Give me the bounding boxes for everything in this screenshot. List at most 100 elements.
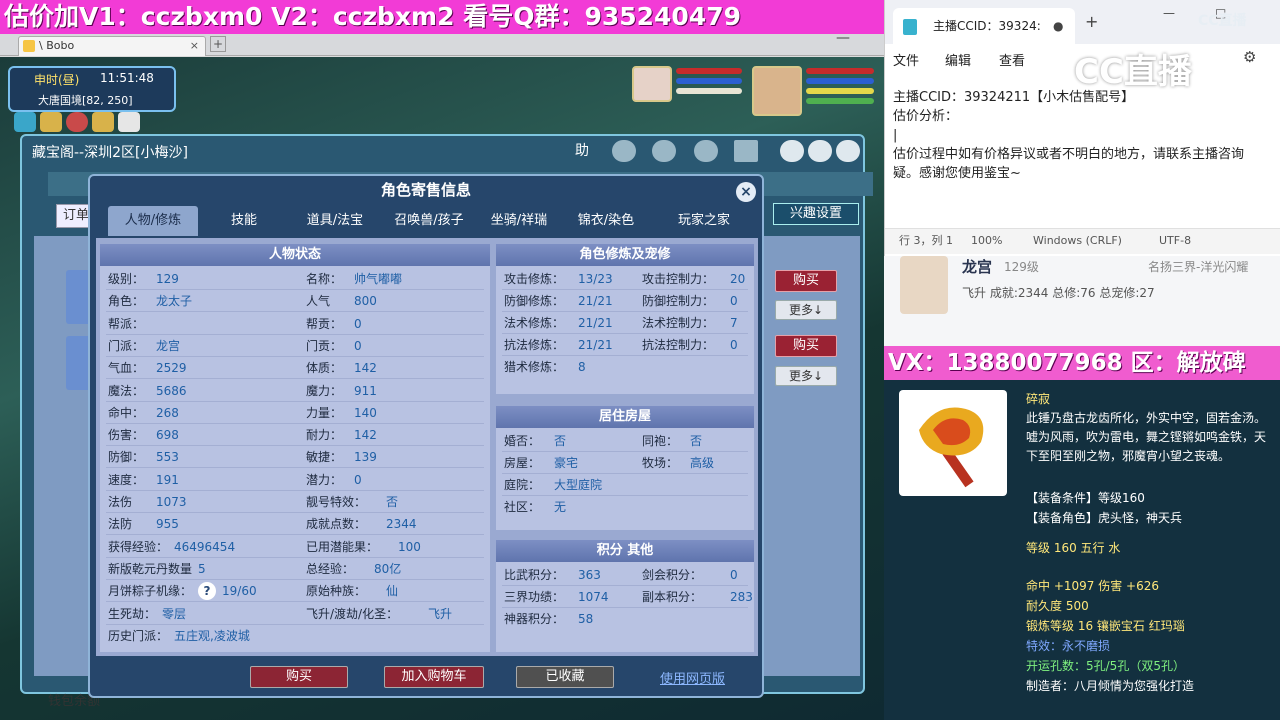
text-line: 疑。感谢您使用鉴宝~ [893, 166, 1021, 181]
status-value: 2344 [386, 517, 417, 532]
text-line: 估价分析： [893, 109, 959, 124]
bobo-tab[interactable]: \ Bobo × [18, 36, 206, 56]
promo-banner-text: 估价加V1：cczbxm0 V2：cczbxm2 看号Q群：935240479 [4, 2, 742, 31]
status-value: 零层 [162, 606, 187, 621]
tab-pets[interactable]: 召唤兽/孩子 [384, 206, 474, 236]
status-label: 魔力： [306, 383, 343, 398]
menu-file[interactable]: 文件 [893, 50, 919, 69]
info-value: 21/21 [578, 338, 613, 352]
info-label: 社区： [504, 500, 541, 514]
item-description-block: 碎寂 此锤乃盘古龙齿所化，外实中空，固若金汤。嘘为风雨，吹为雷电，舞之铿锵如鸣金… [1026, 390, 1272, 466]
notepad-tab[interactable]: 主播CCID：39324: ● [893, 8, 1075, 44]
interest-settings-button[interactable]: 兴趣设置 [773, 203, 859, 225]
status-label: 成就点数： [306, 517, 367, 532]
web-version-link[interactable]: 使用网页版 [660, 668, 725, 687]
player-sp-bar [806, 88, 874, 94]
tab-mounts[interactable]: 坐骑/祥瑞 [478, 206, 560, 236]
tab-items[interactable]: 道具/法宝 [290, 206, 380, 236]
player-avatar-icon[interactable] [752, 66, 802, 116]
notepad-tab-title: 主播CCID：39324: [933, 19, 1041, 33]
info-value: 否 [690, 434, 703, 448]
book-icon[interactable] [92, 112, 114, 132]
status-panel: 人物状态 级别： 129 角色： 龙太子 帮派： 门派： 龙宫 气血： 2529 魔法： 5686 命… [100, 244, 490, 652]
tab-skills[interactable]: 技能 [204, 206, 284, 236]
info-value: 58 [578, 612, 594, 626]
minimize-window-icon[interactable] [780, 140, 804, 162]
map-icon[interactable] [14, 112, 36, 132]
status-label: 门贡： [306, 338, 343, 353]
status-value: 五庄观,凌波城 [174, 628, 250, 643]
status-label: 名称： [306, 272, 343, 286]
character-avatar [900, 256, 948, 314]
text-line: 估价过程中如有价格异议或者不明白的地方，请联系主播咨询 [893, 147, 1245, 162]
status-value: 698 [156, 428, 179, 443]
stop-icon[interactable] [652, 140, 676, 162]
favorited-button[interactable]: 已收藏 [516, 666, 614, 688]
minimize-icon[interactable]: — [836, 30, 850, 46]
tab-close-icon[interactable]: × [190, 37, 199, 55]
buy-button[interactable]: 购买 [250, 666, 348, 688]
cart-icon[interactable] [734, 140, 758, 162]
status-value: 1073 [156, 495, 187, 509]
status-label: 获得经验： [108, 539, 169, 554]
menu-view[interactable]: 查看 [999, 50, 1025, 69]
info-label: 法术修炼： [504, 316, 565, 330]
bobo-tab-title: \ Bobo [39, 39, 75, 52]
score-panel: 积分 其他 比武积分： 363 剑会积分： 0 三界功绩： 1074 副本积分： 283 神器积… [496, 540, 754, 652]
list-buy-button[interactable]: 购买 [775, 270, 837, 292]
card-faction: 龙宫 [962, 258, 993, 276]
dialog-close-icon[interactable]: × [736, 182, 756, 202]
list-buy-button[interactable]: 购买 [775, 335, 837, 357]
tab-character[interactable]: 人物/修炼 [108, 206, 198, 236]
card-detail: 飞升 成就:2344 总修:76 总宠修:27 [962, 286, 1155, 300]
tab-dot-icon[interactable]: ● [1053, 8, 1063, 44]
pet-avatar-icon[interactable] [632, 66, 672, 102]
window-minimize-icon[interactable]: — [1163, 6, 1175, 20]
info-label: 抗法修炼： [504, 338, 565, 352]
list-more-button[interactable]: 更多↓ [775, 366, 837, 386]
calendar-icon[interactable] [118, 112, 140, 132]
item-level: 等级 160 五行 水 [1026, 541, 1121, 555]
settings-gear-icon[interactable] [808, 140, 832, 162]
hammer-weapon-icon [899, 390, 1007, 496]
status-value: 19/60 [222, 584, 257, 599]
info-value: 大型庭院 [554, 478, 603, 492]
help-button[interactable]: 助 [570, 140, 594, 162]
status-value: 5686 [156, 383, 187, 398]
item-forge: 锻炼等级 16 镶嵌宝石 红玛瑙 [1026, 619, 1185, 633]
info-label: 比武积分： [504, 568, 565, 582]
dialog-tabs: 人物/修炼 技能 道具/法宝 召唤兽/孩子 坐骑/祥瑞 锦衣/染色 玩家之家 [94, 206, 762, 236]
status-value: 268 [156, 405, 179, 420]
card-server: 名扬三界-洋光闪耀 [1148, 260, 1249, 274]
info-label: 牧场： [642, 456, 679, 470]
add-to-cart-button[interactable]: 加入购物车 [384, 666, 484, 688]
notepad-text[interactable]: 主播CCID：39324211【小木估售配号】 估价分析： | 估价过程中如有价… [893, 88, 1277, 183]
bobo-tabbar: \ Bobo × + — [0, 30, 884, 56]
target-icon[interactable] [66, 112, 88, 132]
card-level: 129级 [1004, 260, 1039, 274]
chat-icon[interactable] [694, 140, 718, 162]
status-value: 955 [156, 517, 179, 532]
promo-banner: 估价加V1：cczbxm0 V2：cczbxm2 看号Q群：935240479 [0, 0, 884, 34]
status-value: 0 [354, 316, 362, 331]
new-tab-icon[interactable]: + [1085, 12, 1098, 31]
role-consignment-dialog: 角色寄售信息 × 人物/修炼 技能 道具/法宝 召唤兽/孩子 坐骑/祥瑞 锦衣/… [88, 174, 764, 698]
notepad-window: 主播CCID：39324: ● + — □ 文件 编辑 查看 ⚙ 主播CCID：… [884, 0, 1280, 256]
row-divider [106, 311, 484, 313]
pet-mp-bar [676, 78, 742, 84]
tab-costumes[interactable]: 锦衣/染色 [564, 206, 648, 236]
menu-edit[interactable]: 编辑 [945, 50, 971, 69]
cc-logo: CC直播 [1198, 13, 1247, 29]
item-effect: 特效：永不磨损 [1026, 639, 1111, 653]
help-question-icon[interactable]: ? [198, 582, 216, 601]
tab-home[interactable]: 玩家之家 [654, 206, 754, 236]
list-more-button[interactable]: 更多↓ [775, 300, 837, 320]
hammer-icon[interactable] [612, 140, 636, 162]
status-label: 防御： [108, 450, 145, 465]
status-value: 否 [386, 495, 399, 509]
settings-gear-icon[interactable]: ⚙ [1243, 48, 1256, 66]
new-tab-icon[interactable]: + [210, 36, 226, 52]
scroll-icon[interactable] [40, 112, 62, 132]
close-window-icon[interactable] [836, 140, 860, 162]
character-card: 龙宫 129级 名扬三界-洋光闪耀 飞升 成就:2344 总修:76 总宠修:2… [884, 256, 1280, 346]
